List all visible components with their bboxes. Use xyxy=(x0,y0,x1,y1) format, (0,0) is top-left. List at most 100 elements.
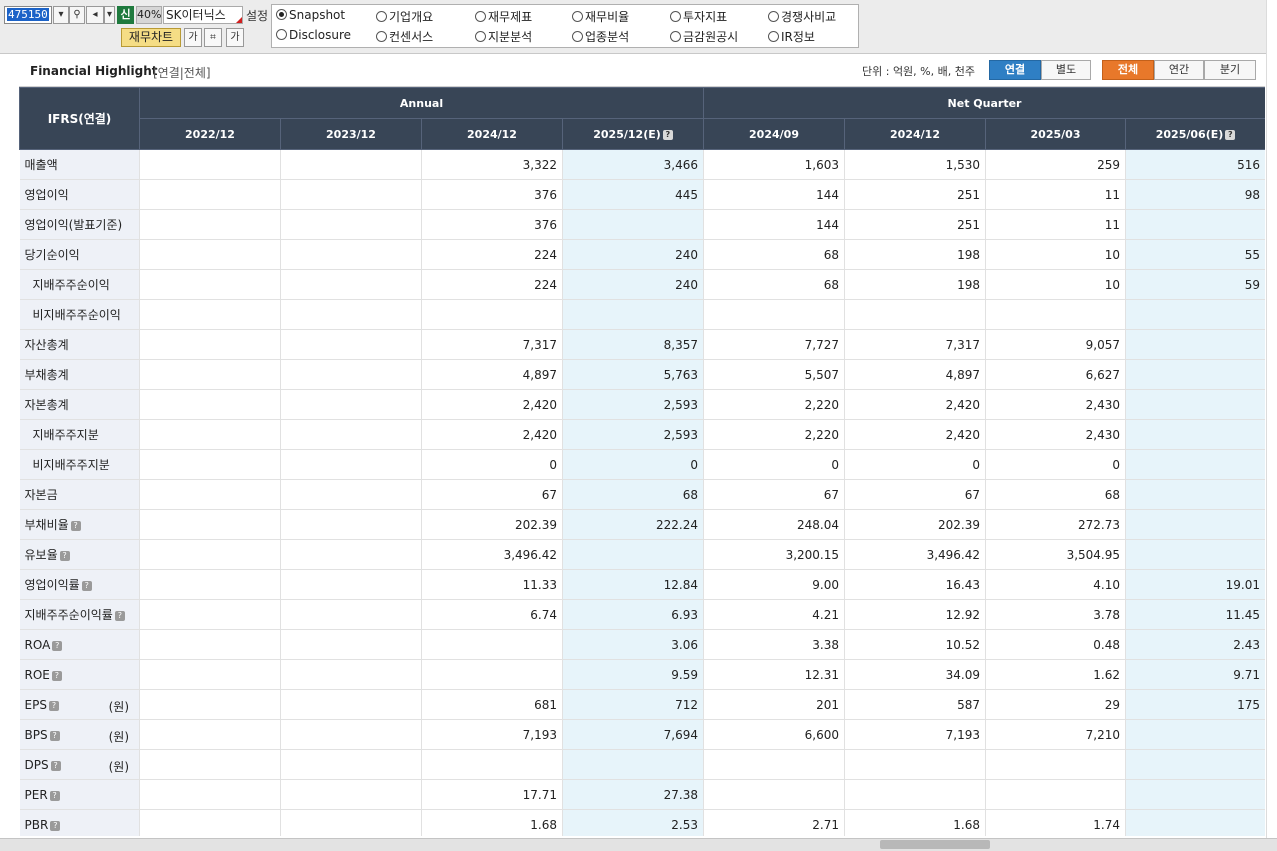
table-cell: 2,593 xyxy=(562,419,705,450)
radio-icon[interactable] xyxy=(376,11,387,22)
row-label-text: DPS xyxy=(24,757,49,772)
row-label: EPS? (원) xyxy=(19,689,140,720)
table-cell: 144 xyxy=(703,209,846,240)
table-cell: 12.31 xyxy=(703,659,846,690)
table-cell: 1.62 xyxy=(985,659,1127,690)
menu-item-6[interactable]: Disclosure xyxy=(276,28,351,42)
table-cell: 10 xyxy=(985,239,1127,270)
table-cell xyxy=(1125,479,1265,510)
new-badge-button[interactable]: 신 xyxy=(117,6,134,24)
scrollbar-thumb[interactable] xyxy=(880,840,990,849)
radio-icon[interactable] xyxy=(768,11,779,22)
row-label-text: ROA xyxy=(24,637,51,652)
table-row: 지배주주지분 2,420 2,593 2,220 2,420 2,430 xyxy=(19,419,1265,450)
menu-item-9[interactable]: 업종분석 xyxy=(572,28,629,45)
consolidated-toggle[interactable]: 연결 xyxy=(989,60,1041,80)
table-cell: 5,507 xyxy=(703,359,846,390)
menu-item-11[interactable]: IR정보 xyxy=(768,28,815,45)
table-cell: 224 xyxy=(421,239,563,270)
help-icon[interactable]: ? xyxy=(81,581,92,591)
radio-icon[interactable] xyxy=(276,29,287,40)
help-icon[interactable]: ? xyxy=(50,820,61,831)
horizontal-scrollbar[interactable] xyxy=(0,838,1277,851)
table-cell: 16.43 xyxy=(844,569,987,600)
menu-item-8[interactable]: 지분분석 xyxy=(475,28,532,45)
speaker-icon[interactable]: ◂ xyxy=(86,6,104,24)
menu-item-4[interactable]: 투자지표 xyxy=(670,8,727,25)
menu-item-7[interactable]: 컨센서스 xyxy=(376,28,433,45)
help-icon[interactable]: ? xyxy=(48,700,59,711)
table-cell xyxy=(1125,389,1265,420)
menu-item-1[interactable]: 기업개요 xyxy=(376,8,433,25)
row-label-text: 지배주주순이익 xyxy=(32,278,110,292)
fit-window-icon[interactable]: ⌗ xyxy=(204,28,222,47)
speaker-dropdown-icon[interactable]: ▾ xyxy=(104,6,115,24)
table-cell: 198 xyxy=(844,239,987,270)
table-cell: 0 xyxy=(703,449,846,480)
radio-icon[interactable] xyxy=(670,11,681,22)
table-cell: 34.09 xyxy=(844,659,987,690)
radio-icon[interactable] xyxy=(475,11,486,22)
table-cell: 201 xyxy=(703,689,846,720)
help-icon[interactable]: ? xyxy=(114,611,125,621)
radio-icon[interactable] xyxy=(572,11,583,22)
table-cell: 712 xyxy=(562,689,705,720)
table-cell: 251 xyxy=(844,209,987,240)
table-cell xyxy=(1125,809,1265,836)
menu-item-2[interactable]: 재무제표 xyxy=(475,8,532,25)
radio-icon[interactable] xyxy=(475,31,486,42)
table-cell xyxy=(280,569,422,600)
stock-name-field[interactable]: SK이터닉스 xyxy=(163,6,243,24)
table-cell: 2.71 xyxy=(703,809,846,836)
row-label-text: 부채비율 xyxy=(24,518,69,532)
help-icon[interactable]: ? xyxy=(59,551,70,561)
column-header: 2024/09 xyxy=(703,118,846,150)
column-header: 2022/12 xyxy=(139,118,281,150)
separate-toggle[interactable]: 별도 xyxy=(1041,60,1091,80)
radio-icon[interactable] xyxy=(572,31,583,42)
menu-item-0[interactable]: Snapshot xyxy=(276,8,345,22)
radio-icon[interactable] xyxy=(670,31,681,42)
help-icon[interactable]: ? xyxy=(50,760,61,771)
financial-chart-button[interactable]: 재무차트 xyxy=(121,28,181,47)
table-cell: 4,897 xyxy=(421,359,563,390)
table-cell xyxy=(1125,779,1265,810)
code-dropdown-icon[interactable]: ▾ xyxy=(53,6,69,24)
table-cell xyxy=(421,299,563,330)
help-icon[interactable]: ? xyxy=(70,521,81,531)
table-cell xyxy=(1125,719,1265,750)
radio-icon[interactable] xyxy=(376,31,387,42)
period-annual-toggle[interactable]: 연간 xyxy=(1154,60,1204,80)
search-icon[interactable]: ⚲ xyxy=(69,6,85,24)
radio-icon[interactable] xyxy=(276,9,287,20)
settings-label[interactable]: 설정 xyxy=(246,7,268,24)
stock-code-input[interactable]: 475150 xyxy=(4,6,52,24)
table-cell: 681 xyxy=(421,689,563,720)
font-size-down-icon[interactable]: 가 xyxy=(184,28,202,47)
period-all-toggle[interactable]: 전체 xyxy=(1102,60,1154,80)
table-cell: 29 xyxy=(985,689,1127,720)
row-unit: (원) xyxy=(108,760,129,774)
table-cell: 19.01 xyxy=(1125,569,1265,600)
menu-item-5[interactable]: 경쟁사비교 xyxy=(768,8,836,25)
menu-item-label: Snapshot xyxy=(289,8,346,22)
table-cell: 59 xyxy=(1125,269,1265,300)
table-cell xyxy=(139,359,281,390)
font-size-up-icon[interactable]: 가 xyxy=(226,28,244,47)
help-icon[interactable]: ? xyxy=(51,670,62,681)
table-cell xyxy=(1125,509,1265,540)
help-icon[interactable]: ? xyxy=(49,790,60,801)
help-icon[interactable]: ? xyxy=(52,640,63,651)
menu-item-10[interactable]: 금감원공시 xyxy=(670,28,738,45)
radio-icon[interactable] xyxy=(768,31,779,42)
table-row: ROE? 9.59 12.31 34.09 1.62 9.71 xyxy=(19,659,1265,690)
table-cell: 67 xyxy=(844,479,987,510)
help-icon[interactable]: ? xyxy=(49,730,60,741)
period-quarter-toggle[interactable]: 분기 xyxy=(1204,60,1256,80)
table-cell xyxy=(139,329,281,360)
menu-item-3[interactable]: 재무비율 xyxy=(572,8,629,25)
help-icon[interactable]: ? xyxy=(1225,129,1236,140)
table-cell: 2.53 xyxy=(562,809,705,836)
table-cell: 6,600 xyxy=(703,719,846,750)
help-icon[interactable]: ? xyxy=(662,129,673,140)
